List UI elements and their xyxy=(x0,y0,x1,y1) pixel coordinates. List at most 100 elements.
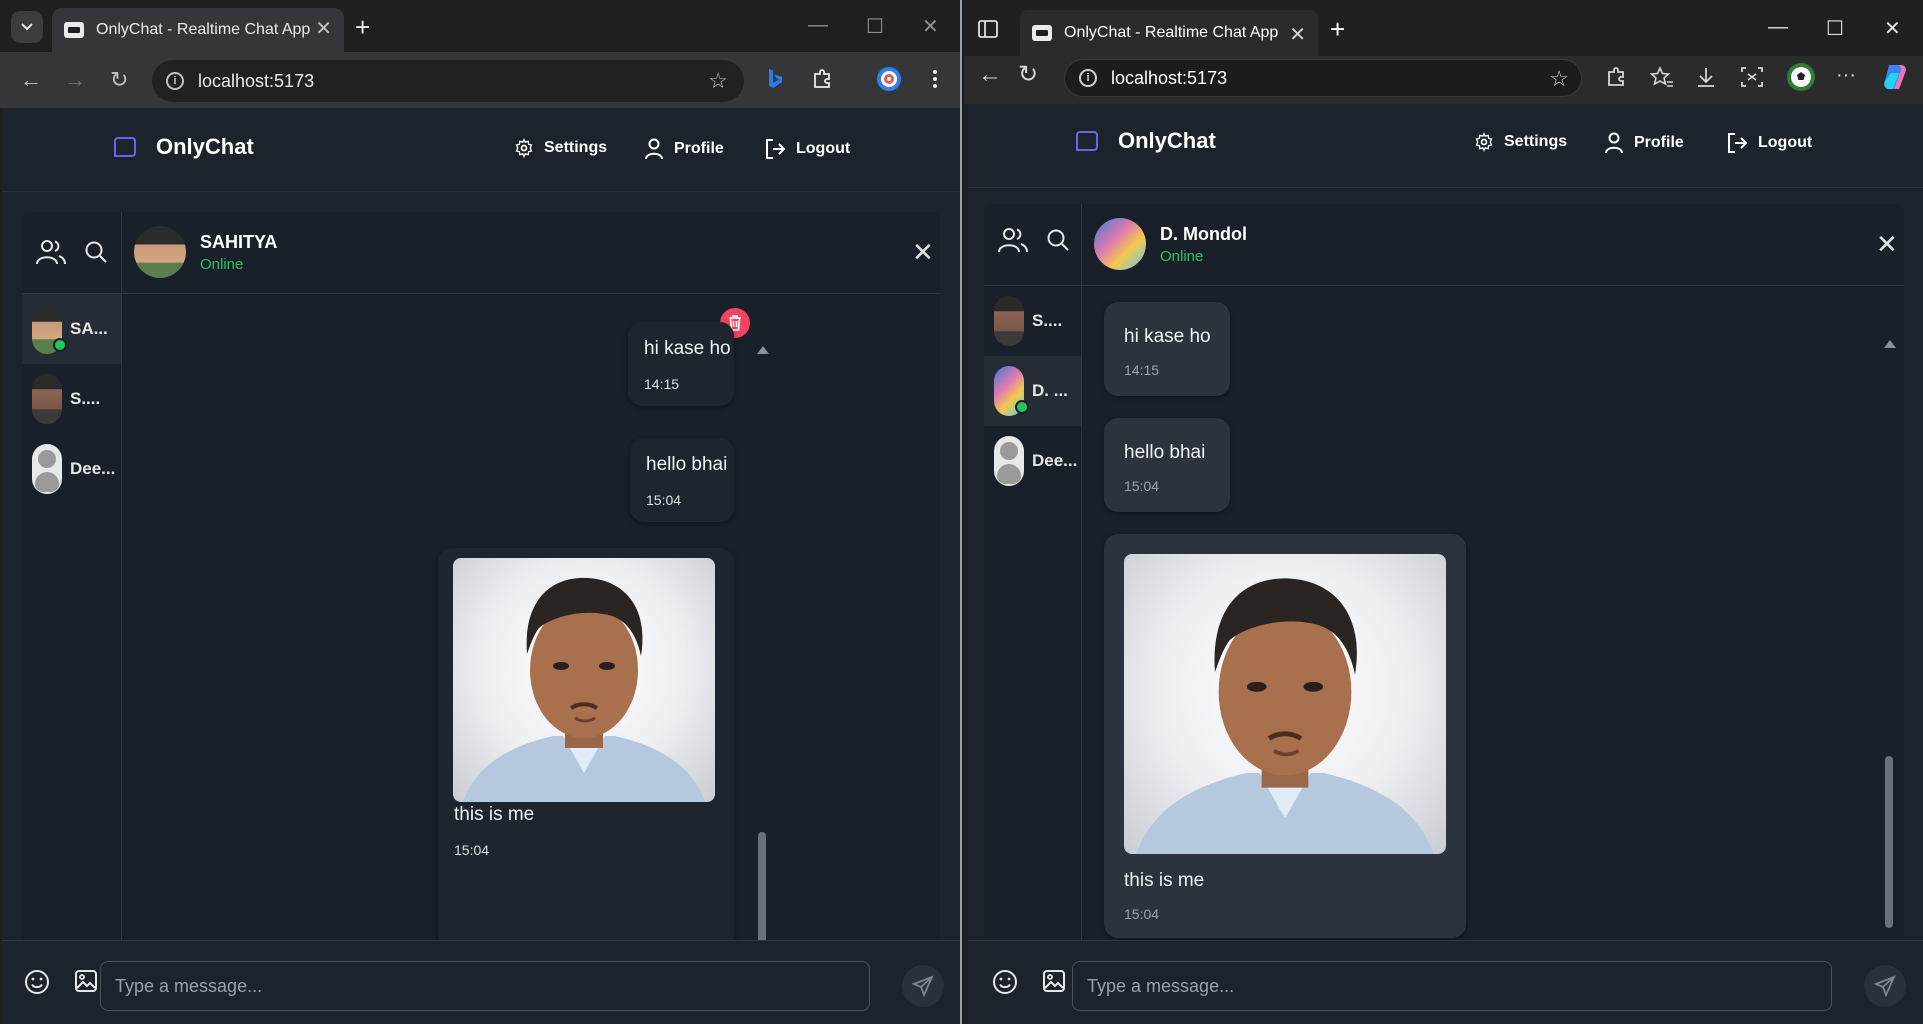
brand-name: OnlyChat xyxy=(156,134,254,159)
portrait-photo xyxy=(1136,578,1434,854)
contact-item[interactable]: SA... xyxy=(22,294,121,364)
minimize-button[interactable]: — xyxy=(808,14,828,37)
site-favicon-icon xyxy=(1032,25,1052,41)
browser-tab[interactable]: OnlyChat - Realtime Chat App ✕ xyxy=(1020,10,1318,56)
back-button[interactable]: ← xyxy=(978,63,1002,87)
image-upload-icon[interactable] xyxy=(74,969,98,993)
forward-button[interactable]: → xyxy=(64,68,86,92)
scroll-up-arrow-icon[interactable] xyxy=(757,346,769,354)
profile-link[interactable]: Profile xyxy=(644,138,724,160)
contact-item[interactable]: S.... xyxy=(22,364,121,434)
avatar xyxy=(994,366,1029,416)
contact-item[interactable]: D. ... xyxy=(984,356,1081,426)
screenshot-icon[interactable] xyxy=(1740,66,1764,88)
new-tab-button[interactable]: + xyxy=(1330,14,1345,45)
send-button[interactable] xyxy=(902,965,944,1007)
soccer-ball-profile-icon[interactable] xyxy=(1786,62,1816,92)
bing-extension-icon[interactable] xyxy=(762,66,788,92)
scrollbar-thumb[interactable] xyxy=(1885,756,1893,928)
search-icon[interactable] xyxy=(84,240,108,264)
emoji-icon[interactable] xyxy=(24,969,50,995)
address-bar[interactable]: i localhost:5173 ☆ xyxy=(152,60,744,102)
chat-status: Online xyxy=(1160,248,1204,265)
message-bubble[interactable]: hi kase ho 14:15 xyxy=(1104,302,1230,396)
site-info-icon[interactable]: i xyxy=(1079,69,1097,87)
bookmark-star-icon[interactable]: ☆ xyxy=(708,68,728,94)
back-button[interactable]: ← xyxy=(20,68,42,92)
contact-name: S.... xyxy=(1032,311,1063,330)
extensions-puzzle-icon[interactable] xyxy=(1606,66,1628,88)
logout-link[interactable]: Logout xyxy=(1726,132,1812,154)
favorites-icon[interactable] xyxy=(1650,66,1674,88)
chat-status: Online xyxy=(200,256,244,273)
send-button[interactable] xyxy=(1864,965,1906,1007)
new-tab-button[interactable]: + xyxy=(355,13,370,41)
tab-search-button[interactable] xyxy=(11,11,43,43)
emoji-icon[interactable] xyxy=(992,969,1018,995)
downloads-icon[interactable] xyxy=(1696,66,1716,88)
message-image[interactable] xyxy=(453,558,715,802)
message-input[interactable] xyxy=(1072,961,1832,1011)
message-image[interactable] xyxy=(1124,554,1446,854)
message-bubble[interactable]: hi kase ho 14:15 xyxy=(628,322,734,406)
profile-link[interactable]: Profile xyxy=(1604,132,1684,154)
users-icon[interactable] xyxy=(998,226,1028,254)
right-browser-window: OnlyChat - Realtime Chat App ✕ + — ☐ ✕ ←… xyxy=(964,0,1923,1024)
close-chat-button[interactable]: ✕ xyxy=(912,238,934,266)
contact-item[interactable]: Dee... xyxy=(984,426,1081,496)
site-info-icon[interactable]: i xyxy=(166,72,184,90)
image-upload-icon[interactable] xyxy=(1042,969,1066,993)
browser-tab[interactable]: OnlyChat - Realtime Chat App ✕ xyxy=(52,8,344,52)
more-menu-button[interactable]: ··· xyxy=(1836,64,1856,86)
tab-close-icon[interactable]: ✕ xyxy=(315,19,332,39)
message-time: 14:15 xyxy=(644,376,680,392)
message-input[interactable] xyxy=(100,961,870,1011)
close-chat-button[interactable]: ✕ xyxy=(1876,230,1898,258)
chat-bubble-icon xyxy=(114,137,136,157)
extensions-puzzle-icon[interactable] xyxy=(810,66,836,92)
send-icon xyxy=(1874,975,1896,997)
tab-actions-icon[interactable] xyxy=(978,20,998,38)
scroll-up-arrow-icon[interactable] xyxy=(1884,340,1896,348)
contact-name: Dee... xyxy=(1032,451,1078,470)
address-bar[interactable]: i localhost:5173 ☆ xyxy=(1064,59,1582,97)
extension-target-icon[interactable] xyxy=(876,66,902,92)
message-scrollbar[interactable] xyxy=(1884,340,1896,960)
message-scrollbar[interactable] xyxy=(757,346,769,1024)
contact-item[interactable]: Dee... xyxy=(22,434,121,504)
logout-link[interactable]: Logout xyxy=(764,138,850,160)
browser-menu-icon[interactable] xyxy=(922,66,948,92)
reload-button[interactable]: ↻ xyxy=(1018,63,1038,87)
brand-name: OnlyChat xyxy=(1118,128,1216,153)
settings-link[interactable]: Settings xyxy=(1474,132,1567,152)
users-icon[interactable] xyxy=(36,238,66,266)
bookmark-star-icon[interactable]: ☆ xyxy=(1549,66,1569,92)
message-bubble[interactable]: this is me 15:04 xyxy=(1104,534,1466,938)
message-text: hello bhai xyxy=(646,454,728,475)
chat-contact-name: D. Mondol xyxy=(1160,224,1247,244)
copilot-icon[interactable] xyxy=(1880,62,1910,92)
maximize-button[interactable]: ☐ xyxy=(1826,16,1844,41)
reload-button[interactable]: ↻ xyxy=(110,68,128,92)
message-bubble[interactable]: this is me 15:04 xyxy=(438,548,734,948)
url-text: localhost:5173 xyxy=(1111,67,1228,88)
brand[interactable]: OnlyChat xyxy=(114,134,254,160)
settings-link[interactable]: Settings xyxy=(514,138,607,158)
profile-label: Profile xyxy=(1634,134,1684,151)
portrait-photo xyxy=(463,577,705,802)
message-bubble[interactable]: hello bhai 15:04 xyxy=(1104,418,1230,512)
logout-label: Logout xyxy=(1758,134,1813,151)
minimize-button[interactable]: — xyxy=(1768,16,1788,39)
message-bubble[interactable]: hello bhai 15:04 xyxy=(630,438,734,522)
brand[interactable]: OnlyChat xyxy=(1076,128,1216,154)
chat-avatar xyxy=(1094,218,1146,270)
search-icon[interactable] xyxy=(1046,228,1070,252)
window-close-button[interactable]: ✕ xyxy=(1884,16,1901,41)
contact-item[interactable]: S.... xyxy=(984,286,1081,356)
maximize-button[interactable]: ☐ xyxy=(866,14,884,39)
tab-close-icon[interactable]: ✕ xyxy=(1289,22,1306,47)
avatar xyxy=(32,304,67,354)
app-header: OnlyChat Settings Profile Logout xyxy=(2,108,960,192)
message-text: hi kase ho xyxy=(644,338,731,359)
window-close-button[interactable]: ✕ xyxy=(922,14,939,39)
